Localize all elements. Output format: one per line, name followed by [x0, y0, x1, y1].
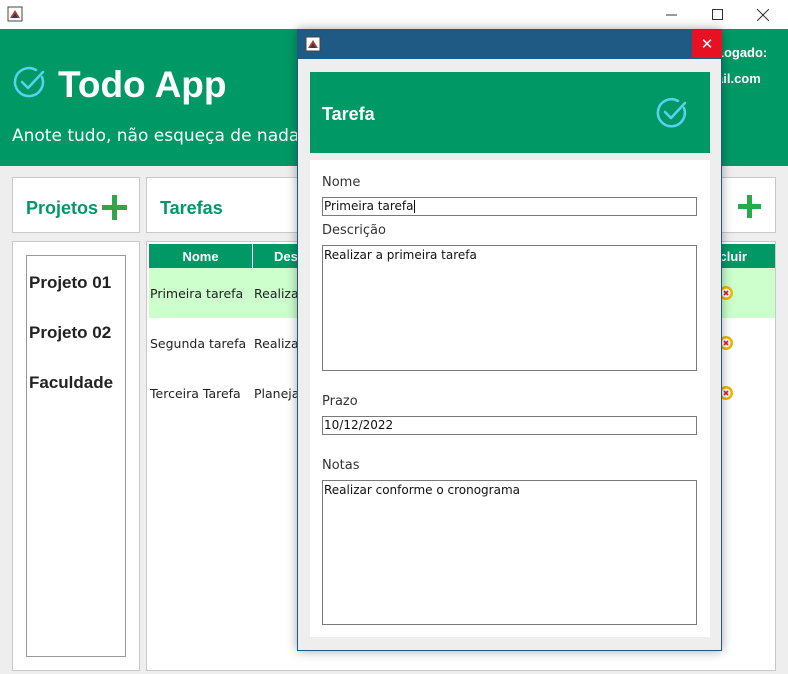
column-header-description[interactable]: Des [253, 244, 299, 268]
notes-field[interactable]: Realizar conforme o cronograma [322, 480, 697, 625]
notes-label: Notas [322, 458, 360, 473]
java-app-icon [305, 36, 321, 52]
java-app-icon [7, 6, 23, 22]
task-name-cell: Primeira tarefa [150, 285, 244, 301]
maximize-button[interactable] [694, 0, 740, 29]
task-description-cell: Planeja [254, 385, 297, 401]
logged-user-label: Logado: [716, 45, 768, 60]
close-window-button[interactable] [740, 0, 786, 29]
text-cursor [413, 200, 415, 213]
project-item[interactable]: Faculdade [29, 373, 113, 393]
deadline-label: Prazo [322, 394, 358, 409]
add-project-button[interactable] [101, 194, 128, 221]
description-label: Descrição [322, 223, 386, 238]
tasks-title: Tarefas [160, 198, 223, 218]
app-title: Todo App [58, 64, 227, 105]
name-field[interactable]: Primeira tarefa [322, 197, 697, 216]
task-name-cell: Terceira Tarefa [150, 385, 241, 401]
app-subtitle: Anote tudo, não esqueça de nada [12, 126, 300, 146]
name-label: Nome [322, 175, 361, 190]
description-field[interactable]: Realizar a primeira tarefa [322, 245, 697, 371]
dialog-title: Tarefa [322, 104, 375, 124]
column-header-delete[interactable]: cluir [714, 244, 775, 268]
column-header-name[interactable]: Nome [149, 244, 253, 268]
task-description-cell: Realizar [254, 335, 297, 351]
check-circle-icon [13, 66, 45, 98]
dialog-titlebar[interactable] [298, 30, 721, 59]
projects-list[interactable]: Projeto 01 Projeto 02 Faculdade [26, 255, 126, 657]
task-name-cell: Segunda tarefa [150, 335, 247, 351]
project-item[interactable]: Projeto 02 [29, 323, 111, 343]
logged-user-email: ail.com [716, 71, 761, 86]
project-item[interactable]: Projeto 01 [29, 273, 111, 293]
task-description-cell: Realizar [254, 285, 297, 301]
projects-title: Projetos [26, 198, 99, 218]
deadline-field[interactable]: 10/12/2022 [322, 416, 697, 435]
add-task-button[interactable] [737, 194, 762, 219]
save-task-button[interactable] [655, 96, 688, 129]
close-dialog-button[interactable]: ✕ [692, 30, 722, 58]
minimize-button[interactable] [648, 0, 694, 29]
name-field-value: Primeira tarefa [324, 199, 414, 213]
